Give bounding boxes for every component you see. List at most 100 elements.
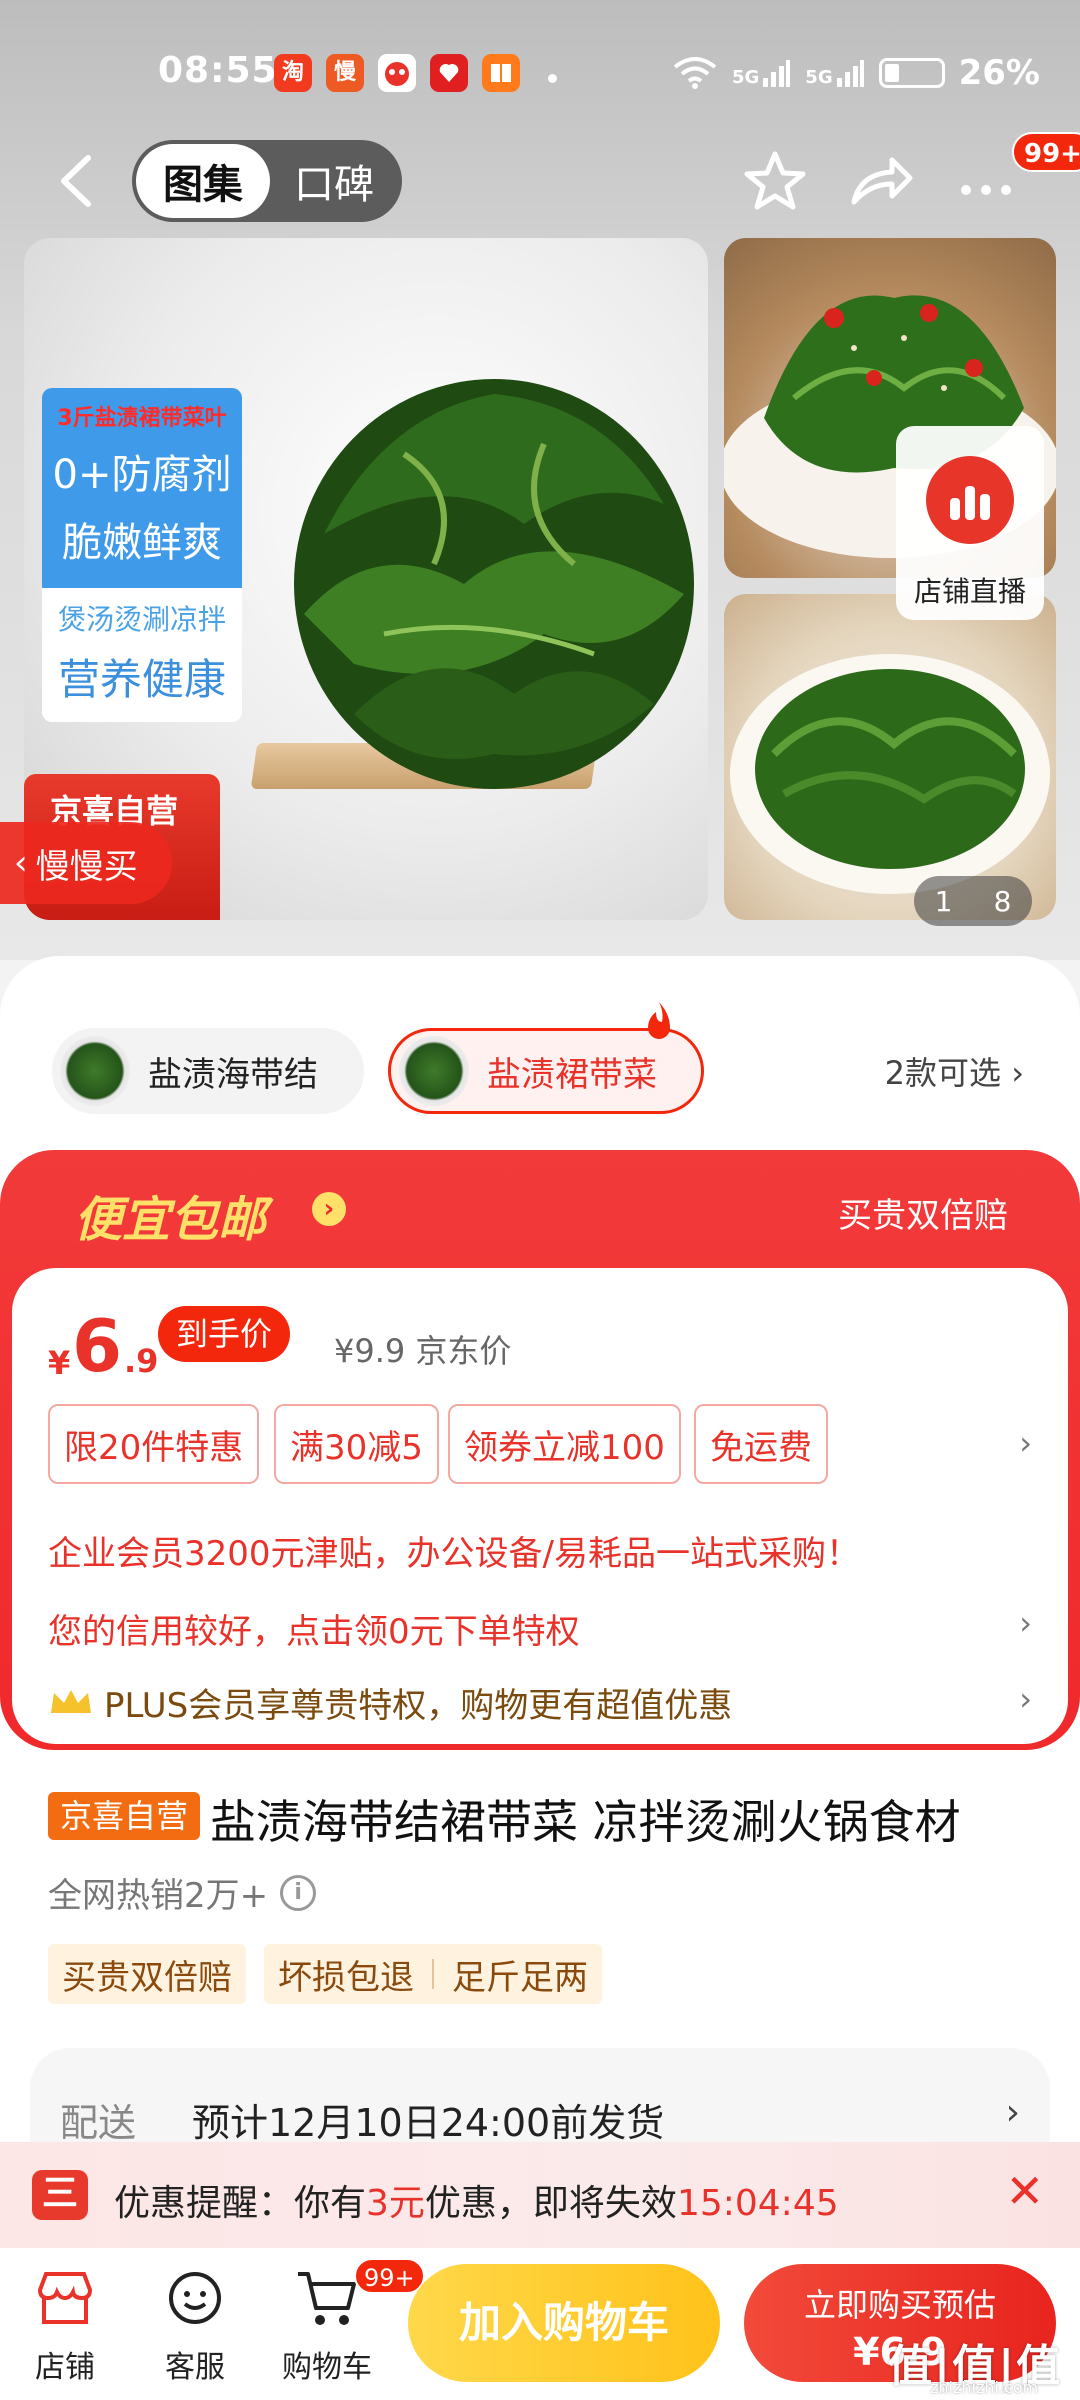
hot-sales: 全网热销2万+ i	[48, 1868, 317, 1917]
chevron-left-icon	[61, 155, 91, 207]
plus-member-line[interactable]: PLUS会员享尊贵特权，购物更有超值优惠	[48, 1678, 732, 1727]
shop-live-button[interactable]: 店铺直播	[896, 426, 1044, 620]
status-clock: 08:55	[158, 50, 278, 91]
service-tag: 坏损包退	[278, 1957, 414, 1998]
crown-icon	[51, 1689, 91, 1713]
variant-option-1[interactable]: 盐渍海带结	[52, 1028, 364, 1114]
info-icon[interactable]: i	[280, 1874, 317, 1911]
plus-chevron-icon[interactable]: ›	[1019, 1680, 1032, 1718]
share-icon	[851, 157, 913, 205]
variant-label: 盐渍裙带菜	[487, 1054, 657, 1095]
chevron-right-icon: ›	[312, 1192, 346, 1226]
customer-service-button[interactable]: 客服	[140, 2266, 250, 2386]
variants-more-link[interactable]: 2款可选 ›	[885, 1048, 1024, 1094]
tab-reviews[interactable]: 口碑	[270, 152, 398, 210]
coupon-chip[interactable]: 免运费	[694, 1404, 828, 1484]
promo-card: 3斤盐渍裙带菜叶 0+防腐剂 脆嫩鲜爽 煲汤烫涮凉拌 营养健康	[42, 388, 242, 722]
status-right: 5G 5G 26%	[672, 48, 1040, 98]
chevron-right-icon: ›	[1005, 2092, 1020, 2133]
double-compensation-label[interactable]: 买贵双倍赔	[838, 1188, 1008, 1237]
battery-percent: 26%	[958, 53, 1040, 93]
slow-buy-label: 慢慢买	[35, 846, 138, 887]
promo-body: ¥ 6 .9 到手价 ¥9.9 京东价 限20件特惠 满30减5 领券立减100…	[12, 1268, 1068, 1744]
delivery-text: 预计12月10日24:00前发货	[192, 2101, 665, 2145]
promo-line-2: 脆嫩鲜爽	[62, 520, 222, 566]
seaweed-bowl-image	[730, 654, 1050, 894]
signal-2-icon: 5G	[805, 58, 864, 88]
final-price-tag: 到手价	[158, 1306, 291, 1362]
promo-line-1: 0+防腐剂	[52, 452, 232, 498]
favorite-button[interactable]	[740, 146, 810, 216]
reminder-text: 优惠提醒：你有3元优惠，即将失效15:04:45	[114, 2174, 839, 2226]
price-integer: 6	[72, 1304, 123, 1388]
book-icon	[482, 54, 520, 92]
product-title: 盐渍海带结裙带菜 凉拌烫涮火锅食材	[210, 1795, 961, 1849]
pager-current: 1	[934, 884, 953, 918]
back-button[interactable]	[48, 146, 108, 216]
hero-area: 08:55 淘 慢 5G 5G 26% 图集 口碑 99+ 3斤盐渍裙带菜叶 0…	[0, 0, 1080, 960]
shop-button[interactable]: 店铺	[10, 2266, 120, 2386]
promo-card-top: 3斤盐渍裙带菜叶 0+防腐剂 脆嫩鲜爽	[42, 388, 242, 588]
share-button[interactable]	[846, 146, 916, 216]
add-to-cart-button[interactable]: 加入购物车	[408, 2264, 720, 2382]
fire-icon	[648, 1002, 670, 1039]
shop-label: 店铺	[35, 2350, 95, 2385]
reminder-amount: 3元	[366, 2183, 425, 2224]
hot-sales-label: 全网热销2万+	[48, 1876, 269, 1916]
live-label: 店铺直播	[913, 575, 1026, 608]
variant-thumb	[399, 1036, 469, 1106]
price-decimal: .9	[124, 1342, 159, 1380]
wifi-icon	[673, 57, 717, 89]
tab-gallery[interactable]: 图集	[136, 144, 270, 218]
close-icon[interactable]: ✕	[1005, 2164, 1044, 2218]
menu-icon: 三	[32, 2170, 88, 2220]
service-tag: 足斤足两	[452, 1957, 588, 1998]
coupons-chevron-icon[interactable]: ›	[1019, 1424, 1032, 1462]
gallery-pager: 1 8	[914, 876, 1032, 926]
cart-icon	[298, 2272, 356, 2325]
star-icon	[744, 151, 806, 210]
customer-service-icon	[169, 2272, 221, 2324]
status-bar: 08:55 淘 慢 5G 5G 26%	[0, 40, 1080, 110]
price-currency: ¥	[48, 1344, 71, 1382]
gallery-main-image[interactable]: 3斤盐渍裙带菜叶 0+防腐剂 脆嫩鲜爽 煲汤烫涮凉拌 营养健康 京喜自营	[24, 238, 708, 920]
coupon-chip[interactable]: 满30减5	[274, 1404, 439, 1484]
promo-line-3: 煲汤烫涮凉拌	[57, 603, 226, 636]
variant-label: 盐渍海带结	[148, 1054, 318, 1095]
service-tag-group: 坏损包退 足斤足两	[264, 1944, 602, 2004]
chevron-left-icon: ‹	[14, 843, 28, 883]
signal-2-label: 5G	[805, 67, 833, 88]
gallery-thumbnail-2[interactable]	[724, 594, 1056, 920]
plus-member-label: PLUS会员享尊贵特权，购物更有超值优惠	[104, 1686, 733, 1726]
gallery-review-switch: 图集 口碑	[132, 140, 402, 222]
message-badge: 99+	[1012, 132, 1080, 172]
promo-line-0: 3斤盐渍裙带菜叶	[57, 406, 227, 431]
signal-1-label: 5G	[731, 67, 760, 88]
credit-chevron-icon[interactable]: ›	[1019, 1604, 1032, 1642]
credit-privilege-line[interactable]: 您的信用较好，点击领0元下单特权	[48, 1604, 580, 1653]
variant-thumb	[60, 1036, 130, 1106]
manmanmai-icon: 慢	[326, 54, 364, 92]
pager-total: 8	[993, 884, 1012, 918]
coupon-chip[interactable]: 限20件特惠	[48, 1404, 260, 1484]
cheap-free-shipping-title[interactable]: 便宜包邮	[74, 1180, 266, 1250]
divider	[432, 1959, 434, 1989]
top-nav: 图集 口碑 99+	[0, 132, 1080, 226]
service-tag: 买贵双倍赔	[48, 1944, 246, 2004]
promo-block: 便宜包邮 › 买贵双倍赔 ¥ 6 .9 到手价 ¥9.9 京东价 限20件特惠 …	[0, 1150, 1080, 1752]
enterprise-member-line[interactable]: 企业会员3200元津贴，办公设备/易耗品一站式采购！	[48, 1526, 860, 1575]
promo-card-bottom: 煲汤烫涮凉拌 营养健康	[42, 588, 242, 722]
site-watermark-url: zhizhizhi.com	[930, 2378, 1039, 2397]
notification-dot	[548, 74, 557, 83]
self-operated-tag: 京喜自营	[48, 1792, 201, 1840]
shop-icon	[37, 2272, 93, 2324]
coupon-chip[interactable]: 领券立减100	[448, 1404, 681, 1484]
slow-buy-button[interactable]: ‹ 慢慢买	[0, 822, 172, 904]
reminder-countdown: 15:04:45	[676, 2183, 839, 2224]
signal-1-icon: 5G	[732, 58, 791, 88]
jd-price: ¥9.9 京东价	[334, 1332, 512, 1370]
discount-reminder[interactable]: 三 优惠提醒：你有3元优惠，即将失效15:04:45 ✕	[0, 2142, 1080, 2248]
delivery-label: 配送	[60, 2101, 137, 2145]
jd-dog-icon	[378, 54, 416, 92]
cart-label: 购物车	[282, 2350, 372, 2385]
